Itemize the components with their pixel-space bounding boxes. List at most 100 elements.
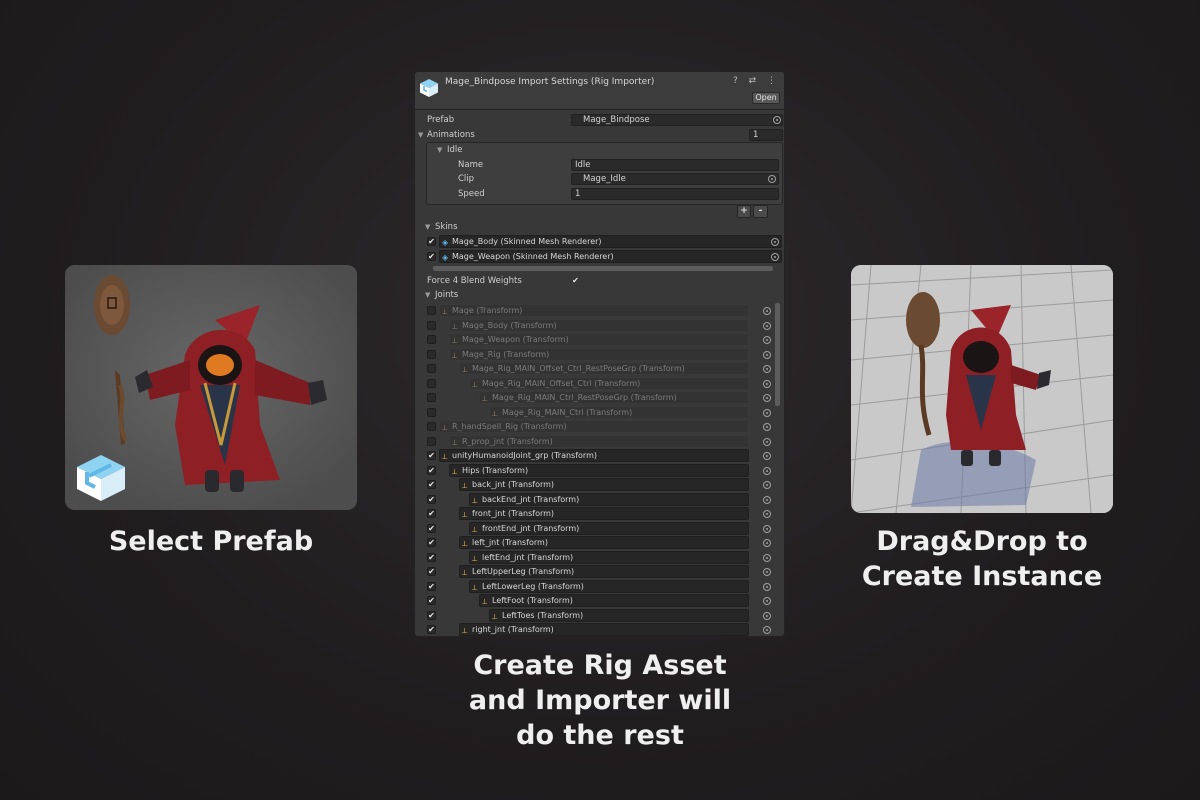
joint-checkbox[interactable]: ✔ bbox=[427, 451, 436, 460]
joint-checkbox[interactable]: ✔ bbox=[427, 465, 436, 475]
joint-checkbox[interactable] bbox=[427, 407, 436, 417]
joint-checkbox[interactable]: ✔ bbox=[427, 523, 436, 533]
joint-checkbox[interactable]: ✔ bbox=[427, 480, 436, 489]
joint-item[interactable]: ⟂ LeftFoot (Transform) bbox=[479, 594, 749, 607]
object-picker-icon[interactable] bbox=[763, 553, 771, 562]
joint-item[interactable]: ⟂ Mage_Rig (Transform) bbox=[449, 347, 749, 361]
object-picker-icon[interactable] bbox=[763, 495, 771, 504]
object-picker-icon[interactable] bbox=[763, 321, 771, 330]
object-picker-icon[interactable] bbox=[763, 423, 771, 431]
idle-label: Idle bbox=[447, 145, 463, 155]
joint-item[interactable]: ⟂ Mage_Rig_MAIN_Offset_Ctrl_RestPoseGrp (… bbox=[459, 362, 749, 375]
blend-weights-checkbox[interactable]: ✔ bbox=[571, 276, 580, 285]
object-picker-icon[interactable] bbox=[771, 238, 779, 246]
animations-count-field[interactable]: 1 bbox=[749, 129, 783, 141]
object-picker-icon[interactable] bbox=[771, 253, 779, 261]
joint-checkbox[interactable]: ✔ bbox=[427, 567, 436, 576]
object-picker-icon[interactable] bbox=[763, 379, 771, 388]
joint-checkbox[interactable]: ✔ bbox=[427, 552, 436, 562]
animations-row[interactable]: ▼ Animations 1 bbox=[415, 128, 784, 142]
joint-item[interactable]: ⟂ Mage_Rig_MAIN_Ctrl_RestPoseGrp (Transfo… bbox=[479, 391, 749, 404]
joint-checkbox[interactable]: ✔ bbox=[427, 494, 436, 504]
clip-field[interactable]: Mage_Idle bbox=[571, 173, 779, 185]
remove-animation-button[interactable]: - bbox=[753, 205, 768, 218]
object-picker-icon[interactable] bbox=[763, 452, 771, 460]
joint-item[interactable]: ⟂ unityHumanoidJoint_grp (Transform) bbox=[439, 449, 749, 462]
object-picker-icon[interactable] bbox=[763, 336, 771, 344]
skins-row[interactable]: ▼ Skins bbox=[415, 220, 784, 234]
caption-mid-line1: Create Rig Asset bbox=[473, 650, 727, 681]
joint-item[interactable]: ⟂ LeftUpperLeg (Transform) bbox=[459, 565, 749, 578]
object-picker-icon[interactable] bbox=[763, 611, 771, 620]
name-field[interactable]: Idle bbox=[571, 159, 779, 171]
joint-item[interactable]: ⟂ frontEnd_jnt (Transform) bbox=[469, 521, 749, 535]
idle-row[interactable]: ▼ Idle bbox=[415, 143, 784, 157]
object-picker-icon[interactable] bbox=[763, 568, 771, 576]
object-picker-icon[interactable] bbox=[763, 408, 771, 417]
joint-checkbox[interactable] bbox=[427, 349, 436, 359]
object-picker-icon[interactable] bbox=[763, 539, 771, 547]
joint-name: front_jnt (Transform) bbox=[472, 509, 555, 518]
joints-row[interactable]: ▼ Joints bbox=[415, 288, 784, 302]
open-button[interactable]: Open bbox=[752, 92, 780, 104]
object-picker-icon[interactable] bbox=[763, 510, 771, 518]
joint-item[interactable]: ⟂ R_prop_jnt (Transform) bbox=[449, 434, 749, 448]
speed-field[interactable]: 1 bbox=[571, 188, 779, 200]
joint-item[interactable]: ⟂ backEnd_jnt (Transform) bbox=[469, 492, 749, 506]
joint-item[interactable]: ⟂ Mage (Transform) bbox=[439, 304, 749, 317]
joint-checkbox[interactable]: ✔ bbox=[427, 596, 436, 605]
joint-item[interactable]: ⟂ Mage_Rig_MAIN_Ctrl (Transform) bbox=[489, 405, 749, 419]
joint-checkbox[interactable]: ✔ bbox=[427, 581, 436, 591]
prefab-preview-card bbox=[65, 265, 357, 510]
joint-item[interactable]: ⟂ Mage_Body (Transform) bbox=[449, 318, 749, 332]
add-animation-button[interactable]: + bbox=[737, 205, 751, 218]
object-picker-icon[interactable] bbox=[763, 365, 771, 373]
joint-name: R_prop_jnt (Transform) bbox=[462, 436, 553, 446]
joint-item[interactable]: ⟂ LeftToes (Transform) bbox=[489, 608, 749, 622]
object-picker-icon[interactable] bbox=[763, 307, 771, 315]
joint-checkbox[interactable]: ✔ bbox=[427, 509, 436, 518]
joint-checkbox[interactable] bbox=[427, 393, 436, 402]
object-picker-icon[interactable] bbox=[763, 350, 771, 359]
object-picker-icon[interactable] bbox=[763, 582, 771, 591]
skin-item[interactable]: ◈ Mage_Body (Skinned Mesh Renderer) bbox=[439, 235, 782, 248]
joint-checkbox[interactable] bbox=[427, 422, 436, 431]
joint-checkbox[interactable]: ✔ bbox=[427, 610, 436, 620]
joint-checkbox[interactable]: ✔ bbox=[427, 625, 436, 634]
object-picker-icon[interactable] bbox=[763, 626, 771, 634]
object-picker-icon[interactable] bbox=[763, 466, 771, 475]
joint-item[interactable]: ⟂ right_jnt (Transform) bbox=[459, 623, 749, 636]
joint-item[interactable]: ⟂ R_handSpell_Rig (Transform) bbox=[439, 420, 749, 433]
joint-row: ⟂ Mage (Transform) bbox=[415, 304, 784, 318]
joints-vertical-scrollbar[interactable] bbox=[775, 303, 780, 406]
joint-checkbox[interactable] bbox=[427, 306, 436, 315]
skins-horizontal-scrollbar[interactable] bbox=[433, 266, 773, 271]
skin-checkbox[interactable]: ✔ bbox=[427, 252, 436, 261]
joint-checkbox[interactable] bbox=[427, 378, 436, 388]
prefab-field[interactable]: Mage_Bindpose bbox=[571, 114, 783, 126]
object-picker-icon[interactable] bbox=[763, 597, 771, 605]
object-picker-icon[interactable] bbox=[773, 116, 781, 124]
joint-checkbox[interactable] bbox=[427, 436, 436, 446]
joint-checkbox[interactable] bbox=[427, 320, 436, 330]
joint-item[interactable]: ⟂ left_jnt (Transform) bbox=[459, 536, 749, 549]
joint-checkbox[interactable]: ✔ bbox=[427, 538, 436, 547]
joint-item[interactable]: ⟂ leftEnd_jnt (Transform) bbox=[469, 550, 749, 564]
joint-name: LeftToes (Transform) bbox=[502, 610, 584, 620]
header-icons[interactable]: ? ⇄ ⋮ bbox=[733, 76, 780, 86]
skin-checkbox[interactable]: ✔ bbox=[427, 237, 436, 246]
object-picker-icon[interactable] bbox=[768, 175, 776, 183]
joint-checkbox[interactable] bbox=[427, 364, 436, 373]
joint-item[interactable]: ⟂ Hips (Transform) bbox=[449, 463, 749, 477]
object-picker-icon[interactable] bbox=[763, 524, 771, 533]
joint-item[interactable]: ⟂ back_jnt (Transform) bbox=[459, 478, 749, 491]
joint-item[interactable]: ⟂ Mage_Rig_MAIN_Offset_Ctrl (Transform) bbox=[469, 376, 749, 390]
joint-item[interactable]: ⟂ LeftLowerLeg (Transform) bbox=[469, 579, 749, 593]
joint-item[interactable]: ⟂ front_jnt (Transform) bbox=[459, 507, 749, 520]
joint-checkbox[interactable] bbox=[427, 335, 436, 344]
skin-item[interactable]: ◈ Mage_Weapon (Skinned Mesh Renderer) bbox=[439, 250, 782, 263]
object-picker-icon[interactable] bbox=[763, 481, 771, 489]
object-picker-icon[interactable] bbox=[763, 394, 771, 402]
object-picker-icon[interactable] bbox=[763, 437, 771, 446]
joint-item[interactable]: ⟂ Mage_Weapon (Transform) bbox=[449, 333, 749, 346]
